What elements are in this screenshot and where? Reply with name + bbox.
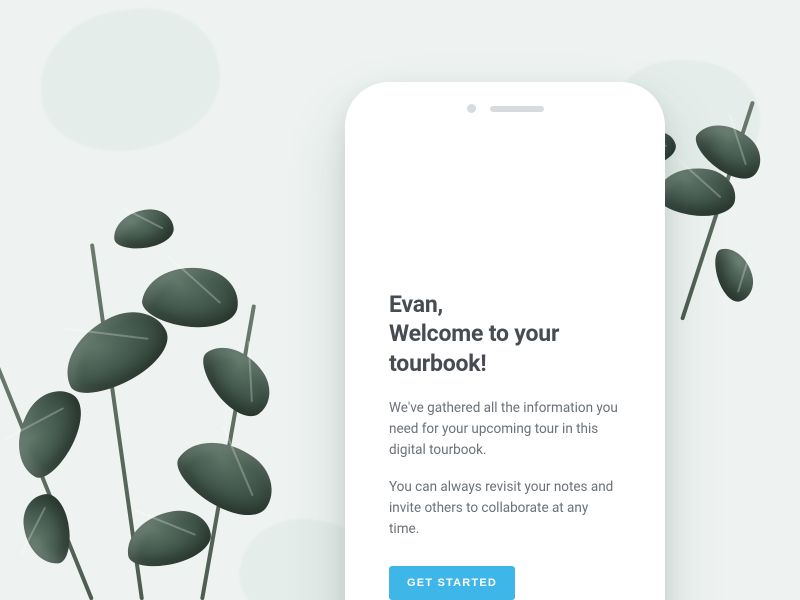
welcome-paragraph-2: You can always revisit your notes and in… bbox=[389, 477, 621, 540]
welcome-paragraph-1: We've gathered all the information you n… bbox=[389, 398, 621, 461]
phone-notch bbox=[345, 104, 665, 113]
phone-screen: Evan, Welcome to your tourbook! We've ga… bbox=[367, 140, 643, 600]
phone-mockup: Evan, Welcome to your tourbook! We've ga… bbox=[345, 82, 665, 600]
speaker-slot-icon bbox=[490, 106, 544, 112]
bg-blob bbox=[31, 0, 229, 162]
decorative-plant-left bbox=[20, 180, 320, 600]
get-started-button[interactable]: GET STARTED bbox=[389, 566, 515, 600]
welcome-heading: Evan, Welcome to your tourbook! bbox=[389, 290, 621, 378]
camera-dot-icon bbox=[467, 104, 476, 113]
